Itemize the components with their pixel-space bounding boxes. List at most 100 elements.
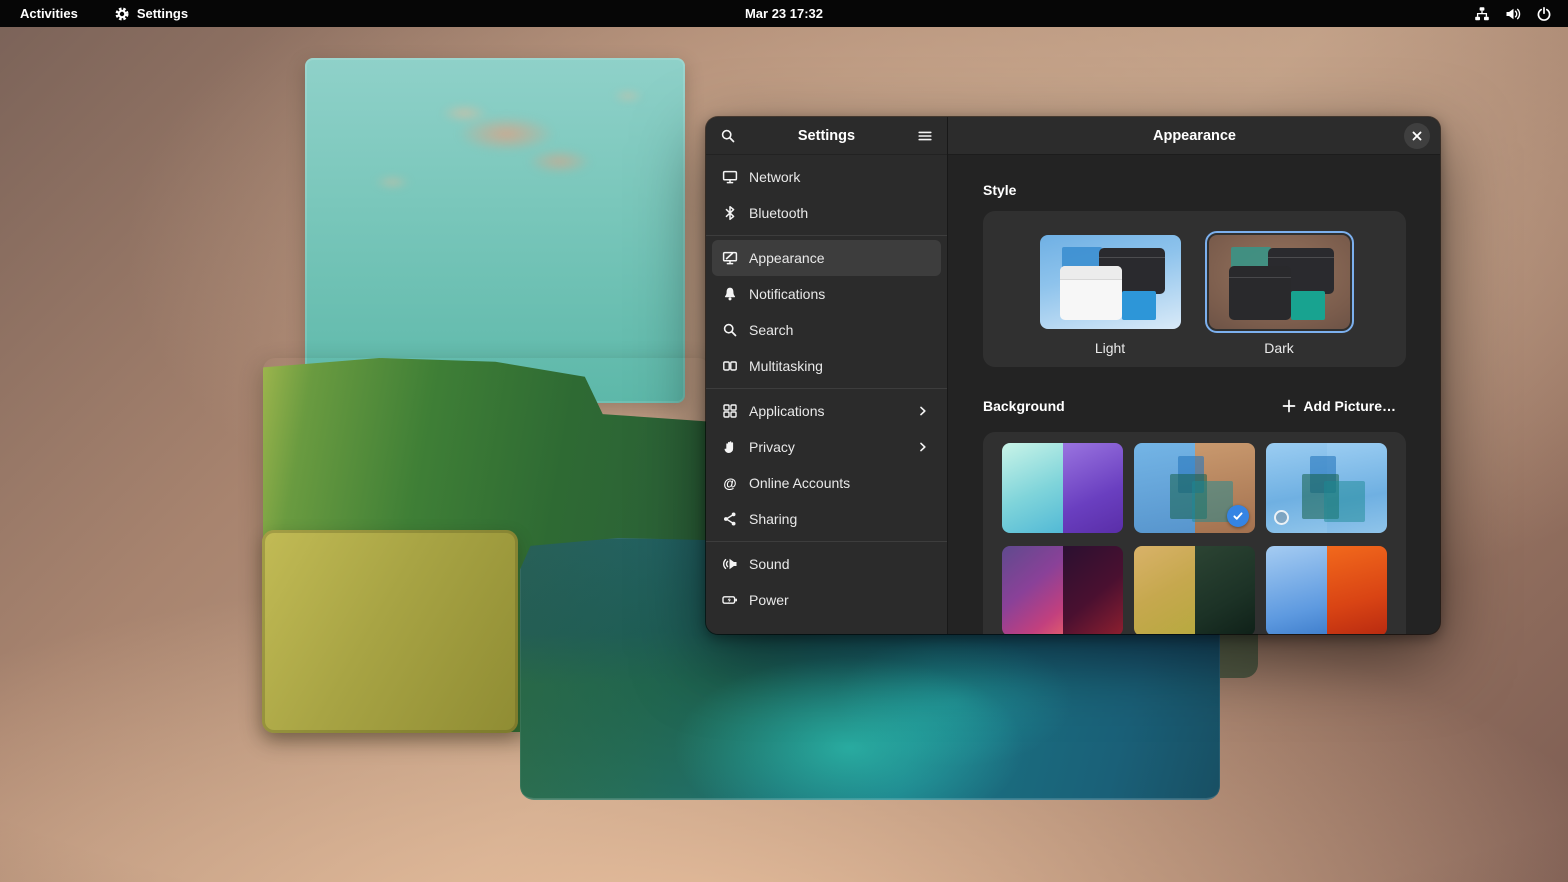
preview-window-front — [1060, 266, 1122, 320]
preview-window-front — [1229, 266, 1291, 320]
style-option-light[interactable]: Light — [1036, 231, 1185, 356]
chevron-right-icon — [915, 403, 931, 419]
hand-icon — [722, 439, 738, 455]
sidebar-item-label: Appearance — [749, 250, 825, 266]
appearance-panel: Appearance Style — [948, 117, 1440, 634]
app-menu-button[interactable]: Settings — [108, 4, 194, 24]
check-icon — [1232, 510, 1244, 522]
background-thumbnail[interactable] — [1266, 443, 1387, 533]
preview-folder-icon — [1122, 291, 1156, 320]
style-dark-label: Dark — [1264, 340, 1294, 356]
battery-icon — [722, 592, 738, 608]
close-icon — [1411, 130, 1423, 142]
sidebar-item-search[interactable]: Search — [712, 312, 941, 348]
style-section-label: Style — [983, 182, 1406, 198]
background-thumbnail[interactable] — [1134, 546, 1255, 634]
hamburger-icon — [917, 128, 933, 144]
selected-check-badge — [1227, 505, 1249, 527]
sidebar-item-network[interactable]: Network — [712, 159, 941, 195]
magnifier-icon — [720, 128, 736, 144]
sidebar-item-label: Sound — [749, 556, 789, 572]
sidebar-item-label: Power — [749, 592, 789, 608]
activities-button[interactable]: Activities — [14, 4, 84, 23]
style-light-label: Light — [1095, 340, 1125, 356]
top-bar: Activities Settings Mar 23 17:32 — [0, 0, 1568, 27]
sidebar-item-notifications[interactable]: Notifications — [712, 276, 941, 312]
background-thumbnail[interactable] — [1002, 546, 1123, 634]
sidebar-item-label: Multitasking — [749, 358, 823, 374]
panel-title: Appearance — [1153, 128, 1236, 144]
panel-headerbar: Appearance — [948, 117, 1440, 155]
sidebar-item-label: Notifications — [749, 286, 825, 302]
grid-icon — [722, 403, 738, 419]
search-button[interactable] — [713, 121, 743, 151]
background-thumbnail[interactable] — [1134, 443, 1255, 533]
sidebar-item-label: Privacy — [749, 439, 795, 455]
add-picture-label: Add Picture… — [1303, 398, 1396, 414]
wallpaper-sky-panel — [305, 58, 685, 403]
desktop: Activities Settings Mar 23 17:32 — [0, 0, 1568, 882]
clock[interactable]: Mar 23 17:32 — [737, 4, 831, 23]
panel-content: Style Light — [948, 155, 1440, 634]
sidebar-item-label: Search — [749, 322, 793, 338]
window-title: Settings — [743, 128, 910, 144]
background-thumbnail[interactable] — [1002, 443, 1123, 533]
system-status-area[interactable] — [1474, 6, 1568, 22]
plus-icon — [1282, 399, 1296, 413]
style-dark-preview — [1209, 235, 1350, 329]
sidebar-item-multitasking[interactable]: Multitasking — [712, 348, 941, 384]
sidebar-item-online-accounts[interactable]: @ Online Accounts — [712, 465, 941, 501]
wallpaper-yellow-folder — [262, 530, 518, 733]
background-thumbnail[interactable] — [1266, 546, 1387, 634]
sidebar-item-appearance[interactable]: Appearance — [712, 240, 941, 276]
style-dark-frame — [1205, 231, 1354, 333]
sidebar-item-label: Online Accounts — [749, 475, 850, 491]
gear-icon — [114, 6, 130, 22]
network-icon — [1474, 6, 1490, 22]
sidebar-item-privacy[interactable]: Privacy — [712, 429, 941, 465]
sidebar-item-label: Network — [749, 169, 800, 185]
sidebar-item-power[interactable]: Power — [712, 582, 941, 618]
style-option-dark[interactable]: Dark — [1205, 231, 1354, 356]
sidebar-item-bluetooth[interactable]: Bluetooth — [712, 195, 941, 231]
settings-window: Settings Network — [706, 117, 1440, 634]
sidebar-item-label: Applications — [749, 403, 825, 419]
power-icon — [1536, 6, 1552, 22]
display-icon — [722, 169, 738, 185]
sidebar-item-applications[interactable]: Applications — [712, 393, 941, 429]
preview-folder-icon — [1291, 291, 1325, 320]
thumb-art — [1324, 481, 1365, 522]
activities-label: Activities — [20, 6, 78, 21]
sidebar-nav: Network Bluetooth Appearance — [706, 155, 947, 622]
add-picture-button[interactable]: Add Picture… — [1272, 392, 1406, 420]
sidebar-item-label: Sharing — [749, 511, 797, 527]
speaker-icon — [722, 556, 738, 572]
sidebar-headerbar: Settings — [706, 117, 947, 155]
sidebar-item-sharing[interactable]: Sharing — [712, 501, 941, 537]
at-icon: @ — [722, 476, 738, 491]
sidebar: Settings Network — [706, 117, 948, 634]
magnifier-icon — [722, 322, 738, 338]
background-grid — [983, 432, 1406, 634]
appearance-icon — [722, 250, 738, 266]
style-card: Light Dark — [983, 211, 1406, 367]
style-light-preview — [1040, 235, 1181, 329]
style-light-frame — [1036, 231, 1185, 333]
background-section-label: Background — [983, 398, 1065, 414]
sidebar-separator — [706, 541, 947, 542]
background-section-header: Background Add Picture… — [983, 392, 1406, 420]
sidebar-separator — [706, 235, 947, 236]
close-button[interactable] — [1404, 123, 1430, 149]
primary-menu-button[interactable] — [910, 121, 940, 151]
share-icon — [722, 511, 738, 527]
variant-badge — [1274, 510, 1289, 525]
sidebar-item-label: Bluetooth — [749, 205, 808, 221]
multitasking-icon — [722, 358, 738, 374]
chevron-right-icon — [915, 439, 931, 455]
volume-icon — [1505, 6, 1521, 22]
sidebar-item-sound[interactable]: Sound — [712, 546, 941, 582]
focused-app-label: Settings — [137, 6, 188, 21]
bell-icon — [722, 286, 738, 302]
bluetooth-icon — [722, 205, 738, 221]
sidebar-separator — [706, 388, 947, 389]
